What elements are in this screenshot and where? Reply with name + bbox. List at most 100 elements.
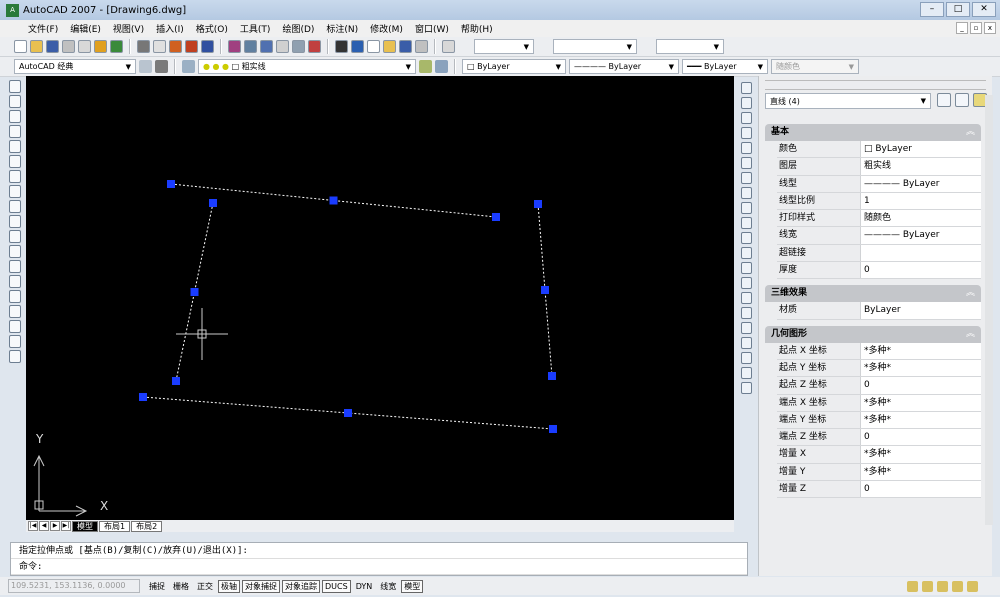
tab-layout1[interactable]: 布局1 xyxy=(99,520,131,532)
collapse-chevron-icon[interactable]: ︽ xyxy=(966,124,975,141)
paste-icon[interactable] xyxy=(169,40,182,53)
property-value[interactable]: *多种* xyxy=(861,446,981,463)
select-objects-icon[interactable] xyxy=(955,93,969,107)
trim-icon[interactable] xyxy=(740,217,752,229)
copy-icon[interactable] xyxy=(153,40,166,53)
polygon-icon[interactable] xyxy=(9,125,21,138)
lineweight-select[interactable]: ━━━ ByLayer ▼ xyxy=(682,59,768,74)
first-tab-button[interactable]: |◀ xyxy=(28,521,38,531)
cut-icon[interactable] xyxy=(137,40,150,53)
status-toggle[interactable]: 对象追踪 xyxy=(282,579,320,593)
point-icon[interactable] xyxy=(9,275,21,288)
status-toggle[interactable]: DYN xyxy=(353,580,376,593)
menu-item[interactable]: 工具(T) xyxy=(240,22,271,35)
grip[interactable] xyxy=(541,286,549,294)
grip[interactable] xyxy=(344,409,352,417)
offset-icon[interactable] xyxy=(740,127,752,139)
communication-icon[interactable] xyxy=(937,580,948,592)
tab-layout2[interactable]: 布局2 xyxy=(131,520,163,532)
plot-preview-icon[interactable] xyxy=(78,40,91,53)
toggle-pickadd-icon[interactable] xyxy=(937,93,951,107)
doc-minimize-button[interactable]: _ xyxy=(956,22,968,34)
region-icon[interactable] xyxy=(9,320,21,333)
ellipse-icon[interactable] xyxy=(9,215,21,228)
publish-icon[interactable] xyxy=(94,40,107,53)
property-value[interactable]: 粗实线 xyxy=(861,158,981,175)
property-row[interactable]: 起点 Y 坐标 *多种* xyxy=(777,359,981,378)
grip[interactable] xyxy=(209,199,217,207)
text-style-select[interactable]: ▼ xyxy=(474,39,534,54)
grip[interactable] xyxy=(549,425,557,433)
property-value[interactable]: 0 xyxy=(861,262,981,279)
property-value[interactable]: ———— ByLayer xyxy=(861,227,981,244)
circle-icon[interactable] xyxy=(9,170,21,183)
zoom-realtime-icon[interactable] xyxy=(276,40,289,53)
grip[interactable] xyxy=(190,288,199,296)
property-value[interactable]: 随颜色 xyxy=(861,210,981,227)
property-row[interactable]: 端点 Y 坐标 *多种* xyxy=(777,411,981,430)
undo-icon[interactable] xyxy=(228,40,241,53)
break-at-point-icon[interactable] xyxy=(740,247,752,259)
property-category[interactable]: 几何图形 ︽ xyxy=(765,325,981,343)
array-icon[interactable] xyxy=(740,142,752,154)
menu-item[interactable]: 窗口(W) xyxy=(415,22,449,35)
lock-icon[interactable] xyxy=(922,580,933,592)
make-current-layer-icon[interactable] xyxy=(419,60,432,73)
hatch-icon[interactable] xyxy=(9,290,21,303)
grip[interactable] xyxy=(172,377,180,385)
property-value[interactable]: 1 xyxy=(861,192,981,210)
status-toggle[interactable]: 正交 xyxy=(194,580,216,593)
property-row[interactable]: 起点 Z 坐标 0 xyxy=(777,377,981,395)
arc-icon[interactable] xyxy=(9,155,21,168)
property-row[interactable]: 端点 Z 坐标 0 xyxy=(777,429,981,447)
grip[interactable] xyxy=(139,393,147,401)
clean-screen-icon[interactable] xyxy=(967,580,978,592)
zoom-window-icon[interactable] xyxy=(292,40,305,53)
drawing-canvas[interactable]: Y X xyxy=(26,76,734,520)
collapse-chevron-icon[interactable]: ︽ xyxy=(966,326,975,343)
table-icon[interactable] xyxy=(9,335,21,348)
calculator-icon[interactable] xyxy=(415,40,428,53)
property-row[interactable]: 颜色 □ ByLayer xyxy=(777,141,981,159)
scale-icon[interactable] xyxy=(740,187,752,199)
property-row[interactable]: 端点 X 坐标 *多种* xyxy=(777,394,981,412)
property-value[interactable]: *多种* xyxy=(861,411,981,429)
menu-item[interactable]: 编辑(E) xyxy=(70,22,101,35)
tab-model[interactable]: 模型 xyxy=(72,520,98,532)
markup-icon[interactable] xyxy=(399,40,412,53)
linetype-select[interactable]: ———— ByLayer ▼ xyxy=(569,59,679,74)
status-toggle[interactable]: 极轴 xyxy=(218,579,240,593)
status-toggle[interactable]: 线宽 xyxy=(377,580,399,593)
save-icon[interactable] xyxy=(46,40,59,53)
redo-icon[interactable] xyxy=(244,40,257,53)
extend-icon[interactable] xyxy=(740,232,752,244)
property-row[interactable]: 增量 Z0 xyxy=(777,481,981,499)
property-category[interactable]: 基本 ︽ xyxy=(765,124,981,141)
grip[interactable] xyxy=(492,213,500,221)
grip[interactable] xyxy=(534,200,542,208)
pan-icon[interactable] xyxy=(260,40,273,53)
draw-order-below-icon[interactable] xyxy=(740,382,752,394)
property-value[interactable]: *多种* xyxy=(861,342,981,359)
property-row[interactable]: 线宽 ———— ByLayer xyxy=(777,227,981,245)
property-value[interactable] xyxy=(861,244,981,262)
construction-line-icon[interactable] xyxy=(9,95,21,108)
dim-style-select[interactable]: ▼ xyxy=(553,39,637,54)
explode-icon[interactable] xyxy=(740,322,752,334)
property-value[interactable]: *多种* xyxy=(861,359,981,377)
draw-order-back-icon[interactable] xyxy=(740,352,752,364)
property-row[interactable]: 起点 X 坐标 *多种* xyxy=(777,342,981,360)
polyline-icon[interactable] xyxy=(9,110,21,123)
property-row[interactable]: 超链接 xyxy=(777,244,981,263)
property-value[interactable]: 0 xyxy=(861,481,981,498)
property-value[interactable]: ByLayer xyxy=(861,302,981,319)
design-center-icon[interactable] xyxy=(351,40,364,53)
move-icon[interactable] xyxy=(740,157,752,169)
block-editor-icon[interactable] xyxy=(201,40,214,53)
minimize-button[interactable]: – xyxy=(920,2,944,17)
new-icon[interactable] xyxy=(14,40,27,53)
property-value[interactable]: *多种* xyxy=(861,394,981,411)
sheet-set-icon[interactable] xyxy=(383,40,396,53)
menu-item[interactable]: 标注(N) xyxy=(326,22,358,35)
object-type-select[interactable]: 直线 (4) ▼ xyxy=(765,93,931,109)
